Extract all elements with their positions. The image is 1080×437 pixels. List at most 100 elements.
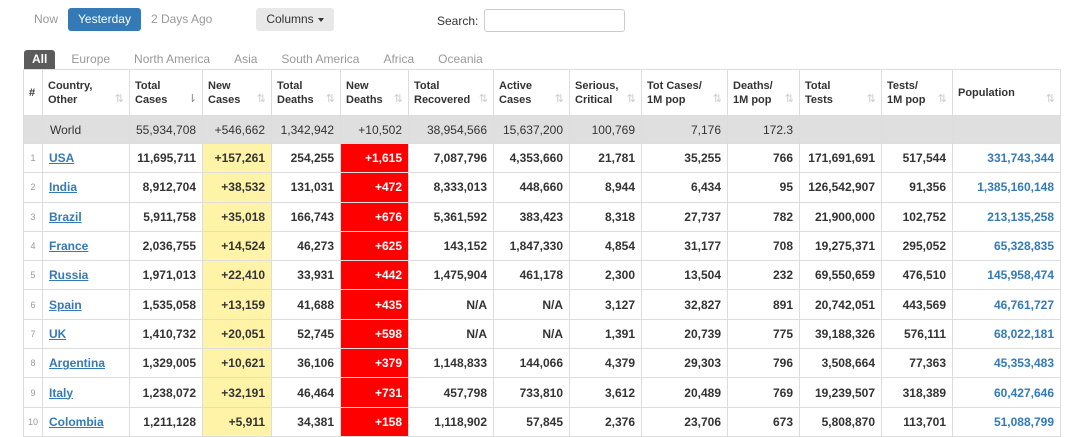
cell-total-deaths: 36,106 bbox=[271, 348, 341, 379]
header-country[interactable]: Country, Other ⇅ bbox=[42, 69, 130, 116]
cell-total-recovered: 1,118,902 bbox=[408, 406, 494, 437]
cell-population: 331,743,344 bbox=[952, 142, 1061, 174]
cell-rank: 8 bbox=[23, 348, 43, 379]
country-link[interactable]: Russia bbox=[49, 268, 88, 282]
cell-new-cases: +32,191 bbox=[202, 377, 272, 408]
cell-active-cases: 15,637,200 bbox=[493, 115, 570, 144]
cell-total-deaths: 46,464 bbox=[271, 377, 341, 408]
header-new-deaths[interactable]: New Deaths ⇅ bbox=[340, 69, 409, 116]
header-label: New bbox=[208, 79, 231, 92]
filter-now[interactable]: Now bbox=[24, 8, 68, 31]
header-serious-critical[interactable]: Serious, Critical ⇅ bbox=[569, 69, 642, 116]
cell-country: Colombia bbox=[42, 406, 130, 437]
cell-cases-per-million: 20,489 bbox=[641, 377, 728, 408]
country-link[interactable]: Spain bbox=[49, 298, 82, 312]
country-link[interactable]: Italy bbox=[49, 386, 73, 400]
cell-total-deaths: 34,381 bbox=[271, 406, 341, 437]
tab-oceania[interactable]: Oceania bbox=[430, 50, 491, 69]
cell-cases-per-million: 6,434 bbox=[641, 172, 728, 203]
header-total-tests[interactable]: Total Tests ⇅ bbox=[799, 69, 882, 116]
cell-total-cases: 1,410,732 bbox=[129, 318, 203, 350]
cell-total-cases: 1,535,058 bbox=[129, 289, 203, 320]
country-link[interactable]: UK bbox=[49, 327, 66, 341]
cell-total-tests: 126,542,907 bbox=[799, 172, 882, 203]
cell-total-deaths: 52,745 bbox=[271, 318, 341, 350]
tab-europe[interactable]: Europe bbox=[63, 50, 118, 69]
cell-population: 213,135,258 bbox=[952, 201, 1061, 232]
table-header-row: # Country, Other ⇅ Total Cases ⇂ New Cases ⇅ T… bbox=[23, 69, 1061, 116]
header-population[interactable]: Population ⇅ bbox=[952, 69, 1061, 116]
cell-deaths-per-million: 673 bbox=[727, 406, 800, 437]
header-label: 1M pop bbox=[887, 93, 926, 106]
filter-two-days-ago[interactable]: 2 Days Ago bbox=[141, 8, 222, 31]
cell-new-deaths: +442 bbox=[340, 260, 409, 291]
cell-total-deaths: 41,688 bbox=[271, 289, 341, 320]
cell-tests-per-million: 576,111 bbox=[881, 318, 953, 350]
cell-country: Argentina bbox=[42, 348, 130, 379]
cell-deaths-per-million: 891 bbox=[727, 289, 800, 320]
filter-yesterday[interactable]: Yesterday bbox=[68, 8, 141, 31]
country-link[interactable]: USA bbox=[49, 151, 74, 165]
cell-serious-critical: 8,318 bbox=[569, 201, 642, 232]
cell-rank bbox=[23, 115, 43, 144]
header-rank[interactable]: # bbox=[23, 69, 43, 116]
cell-deaths-per-million: 766 bbox=[727, 142, 800, 174]
cell-total-tests: 19,275,371 bbox=[799, 230, 882, 262]
header-total-deaths[interactable]: Total Deaths ⇅ bbox=[271, 69, 341, 116]
tab-north-america[interactable]: North America bbox=[126, 50, 218, 69]
country-link[interactable]: India bbox=[49, 180, 77, 194]
country-link[interactable]: Argentina bbox=[49, 356, 105, 370]
cell-rank: 6 bbox=[23, 289, 43, 320]
tab-all[interactable]: All bbox=[24, 50, 56, 69]
cell-serious-critical: 3,127 bbox=[569, 289, 642, 320]
tab-south-america[interactable]: South America bbox=[273, 50, 367, 69]
cell-country: USA bbox=[42, 142, 130, 174]
header-deaths-per-million[interactable]: Deaths/1M pop ⇅ bbox=[727, 69, 800, 116]
tab-africa[interactable]: Africa bbox=[375, 50, 422, 69]
header-label: 1M pop bbox=[733, 93, 772, 106]
header-label: Tests/ bbox=[887, 79, 918, 92]
cell-total-tests: 69,550,659 bbox=[799, 260, 882, 291]
cell-new-cases: +546,662 bbox=[202, 115, 272, 144]
header-label: Total bbox=[135, 79, 161, 92]
cell-serious-critical: 3,612 bbox=[569, 377, 642, 408]
header-label: Total bbox=[805, 79, 831, 92]
search-label: Search: bbox=[437, 13, 479, 28]
country-link[interactable]: Brazil bbox=[49, 210, 82, 224]
header-total-recovered[interactable]: Total Recovered ⇅ bbox=[408, 69, 494, 116]
columns-dropdown-button[interactable]: Columns bbox=[256, 8, 334, 31]
cell-rank: 10 bbox=[23, 406, 43, 437]
header-tests-per-million[interactable]: Tests/1M pop ⇅ bbox=[881, 69, 953, 116]
cell-new-cases: +35,018 bbox=[202, 201, 272, 232]
cell-new-cases: +13,159 bbox=[202, 289, 272, 320]
cell-new-deaths: +625 bbox=[340, 230, 409, 262]
cell-rank: 3 bbox=[23, 201, 43, 232]
cell-rank: 5 bbox=[23, 260, 43, 291]
cell-deaths-per-million: 232 bbox=[727, 260, 800, 291]
country-link[interactable]: France bbox=[49, 239, 88, 253]
cell-total-deaths: 1,342,942 bbox=[271, 115, 341, 144]
header-label: Total bbox=[277, 79, 303, 92]
header-active-cases[interactable]: Active Cases ⇅ bbox=[493, 69, 570, 116]
cell-new-cases: +157,261 bbox=[202, 142, 272, 174]
header-label: Tests bbox=[805, 93, 833, 106]
cell-country: Spain bbox=[42, 289, 130, 320]
cell-tests-per-million: 318,389 bbox=[881, 377, 953, 408]
cell-rank: 2 bbox=[23, 172, 43, 203]
tab-asia[interactable]: Asia bbox=[226, 50, 265, 69]
cell-tests-per-million: 77,363 bbox=[881, 348, 953, 379]
cell-serious-critical: 2,300 bbox=[569, 260, 642, 291]
country-link[interactable]: Colombia bbox=[49, 415, 104, 429]
sort-icon: ⇅ bbox=[325, 93, 335, 105]
cell-total-recovered: 38,954,566 bbox=[408, 115, 494, 144]
cell-cases-per-million: 23,706 bbox=[641, 406, 728, 437]
cell-total-deaths: 166,743 bbox=[271, 201, 341, 232]
search-input[interactable] bbox=[484, 9, 626, 32]
header-label: Cases bbox=[208, 93, 241, 106]
header-total-cases[interactable]: Total Cases ⇂ bbox=[129, 69, 203, 116]
cell-total-cases: 55,934,708 bbox=[129, 115, 203, 144]
header-new-cases[interactable]: New Cases ⇅ bbox=[202, 69, 272, 116]
cell-country: France bbox=[42, 230, 130, 262]
cell-active-cases: 4,353,660 bbox=[493, 142, 570, 174]
header-cases-per-million[interactable]: Tot Cases/1M pop ⇅ bbox=[641, 69, 728, 116]
